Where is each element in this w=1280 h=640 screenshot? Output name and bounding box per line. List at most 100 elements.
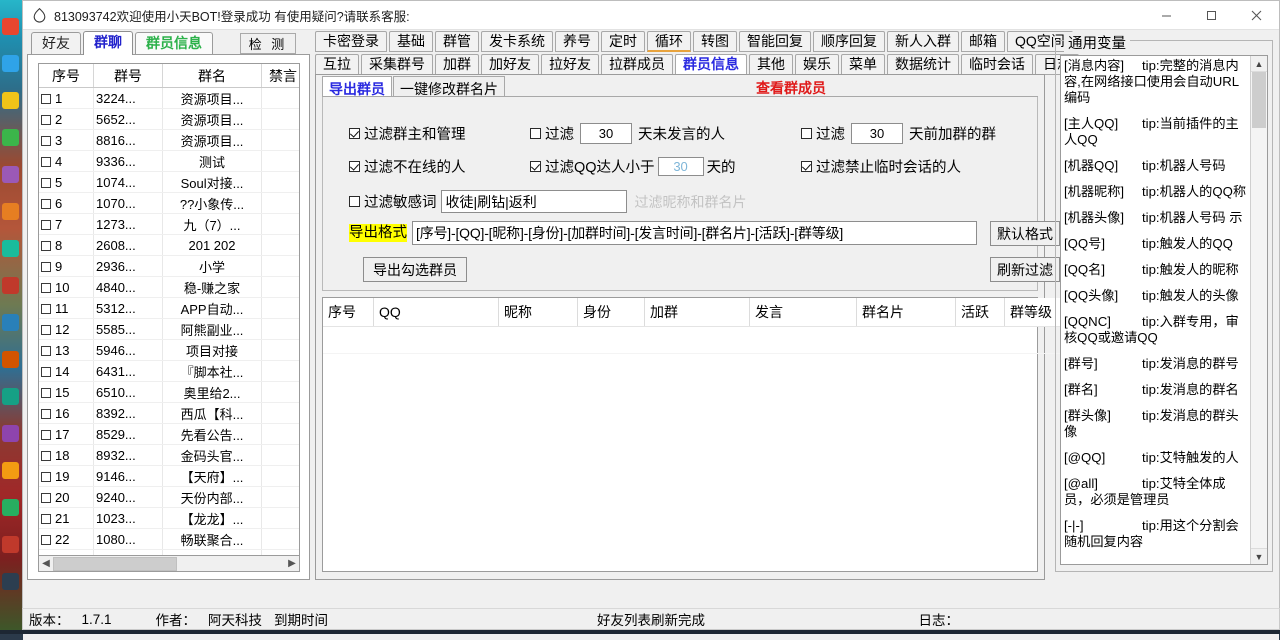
checkbox-filter-join-before[interactable] (801, 128, 812, 139)
tab-3[interactable]: 加好友 (481, 54, 539, 75)
table-row[interactable]: 115312...APP自动... (39, 298, 300, 319)
table-row[interactable]: 25652...资源项目... (39, 109, 300, 130)
checkbox-filter-sensitive[interactable] (349, 196, 360, 207)
checkbox-filter-offline[interactable] (349, 161, 360, 172)
variable-row[interactable]: [消息内容]tip:完整的消息内容,在网络接口使用会自动URL编码 (1064, 58, 1248, 106)
row-checkbox[interactable] (41, 283, 51, 293)
table-row[interactable]: 38816...资源项目... (39, 130, 300, 151)
table-row[interactable]: 188932...金码头官... (39, 445, 300, 466)
tab-7[interactable]: 其他 (749, 54, 793, 75)
variables-vscrollbar[interactable]: ▲ ▼ (1250, 56, 1267, 564)
variable-row[interactable]: [机器QQ]tip:机器人号码 (1064, 158, 1248, 174)
group-list-grid[interactable]: 序号 群号 群名 禁言 临 13224...资源项目...25652...资源项… (38, 63, 300, 556)
table-row[interactable] (323, 327, 1082, 354)
export-checked-members-button[interactable]: 导出勾选群员 (363, 257, 467, 282)
check-button[interactable]: 检 测 (240, 33, 296, 54)
hscroll-thumb[interactable] (53, 557, 177, 571)
input-sensitive-words[interactable]: 收徒|刷钻|返利 (441, 190, 627, 213)
table-row[interactable]: 71273...九（7）... (39, 214, 300, 235)
option-filter-offline[interactable]: 过滤不在线的人 (349, 156, 466, 177)
row-checkbox[interactable] (41, 178, 51, 188)
row-index-cell[interactable]: 17 (39, 424, 94, 445)
tab-3[interactable]: 发卡系统 (481, 31, 553, 52)
option-filter-owner-admin[interactable]: 过滤群主和管理 (349, 123, 466, 144)
variable-row[interactable]: [QQ头像]tip:触发人的头像 (1064, 288, 1248, 304)
row-checkbox[interactable] (41, 94, 51, 104)
variable-row[interactable]: [群头像]tip:发消息的群头像 (1064, 408, 1248, 440)
checkbox-filter-qq-level[interactable] (530, 161, 541, 172)
tab-1[interactable]: 采集群号 (361, 54, 433, 75)
variable-row[interactable]: [QQ号]tip:触发人的QQ (1064, 236, 1248, 252)
scroll-up-icon[interactable]: ▲ (1251, 56, 1267, 72)
desktop-icon[interactable] (2, 351, 19, 368)
row-index-cell[interactable]: 2 (39, 109, 94, 130)
row-index-cell[interactable]: 4 (39, 151, 94, 172)
input-join-before-days[interactable]: 30 (851, 123, 903, 144)
row-checkbox[interactable] (41, 430, 51, 440)
row-index-cell[interactable]: 14 (39, 361, 94, 382)
desktop-icon[interactable] (2, 573, 19, 590)
tab-1[interactable]: 基础 (389, 31, 433, 52)
row-index-cell[interactable]: 18 (39, 445, 94, 466)
variable-row[interactable]: [@all]tip:艾特全体成员，必须是管理员 (1064, 476, 1248, 508)
row-checkbox[interactable] (41, 493, 51, 503)
tab-5[interactable]: 拉群成员 (601, 54, 673, 75)
scroll-left-icon[interactable]: ◀ (39, 558, 53, 569)
row-checkbox[interactable] (41, 304, 51, 314)
tab-0[interactable]: 卡密登录 (315, 31, 387, 52)
option-filter-no-speak[interactable]: 过滤 30 天未发言的人 (530, 123, 725, 144)
minimize-button[interactable] (1144, 1, 1189, 30)
table-row[interactable]: 49336...测试 (39, 151, 300, 172)
option-filter-join-before[interactable]: 过滤 30 天前加群的群 (801, 123, 996, 144)
row-index-cell[interactable]: 21 (39, 508, 94, 529)
row-checkbox[interactable] (41, 157, 51, 167)
desktop-icon[interactable] (2, 388, 19, 405)
row-index-cell[interactable]: 15 (39, 382, 94, 403)
row-checkbox[interactable] (41, 451, 51, 461)
row-checkbox[interactable] (41, 115, 51, 125)
subtab-export-members[interactable]: 导出群员 (322, 76, 392, 97)
row-checkbox[interactable] (41, 199, 51, 209)
table-row[interactable]: 125585...阿熊副业... (39, 319, 300, 340)
row-index-cell[interactable]: 16 (39, 403, 94, 424)
row-index-cell[interactable]: 22 (39, 529, 94, 550)
row-index-cell[interactable]: 12 (39, 319, 94, 340)
desktop-icon[interactable] (2, 92, 19, 109)
row-checkbox[interactable] (41, 220, 51, 230)
table-row[interactable]: 61070...??小象传... (39, 193, 300, 214)
table-row[interactable]: 199146...【天府】... (39, 466, 300, 487)
row-index-cell[interactable]: 10 (39, 277, 94, 298)
tab-9[interactable]: 顺序回复 (813, 31, 885, 52)
variable-row[interactable]: [-|-]tip:用这个分割会随机回复内容 (1064, 518, 1248, 550)
desktop-icon[interactable] (2, 536, 19, 553)
row-index-cell[interactable]: 6 (39, 193, 94, 214)
tab-10[interactable]: 数据统计 (887, 54, 959, 75)
desktop-icon[interactable] (2, 277, 19, 294)
variables-listbox[interactable]: [消息内容]tip:完整的消息内容,在网络接口使用会自动URL编码[主人QQ]t… (1060, 55, 1268, 565)
row-checkbox[interactable] (41, 325, 51, 335)
variable-row[interactable]: [QQNC]tip:入群专用，审核QQ或邀请QQ (1064, 314, 1248, 346)
tab-member-info[interactable]: 群员信息 (135, 32, 213, 55)
table-row[interactable]: 104840...稳-赚之家 (39, 277, 300, 298)
table-row[interactable]: 13224...资源项目... (39, 88, 300, 109)
input-qq-level-days[interactable]: 30 (658, 157, 704, 176)
row-index-cell[interactable]: 11 (39, 298, 94, 319)
scroll-right-icon[interactable]: ▶ (285, 558, 299, 569)
desktop-icon[interactable] (2, 462, 19, 479)
row-checkbox[interactable] (41, 367, 51, 377)
tab-friends[interactable]: 好友 (31, 32, 81, 55)
member-results-table[interactable]: 序号 QQ 昵称 身份 加群 发言 群名片 活跃 群等级 (322, 297, 1038, 572)
table-row[interactable]: 135946...项目对接 (39, 340, 300, 361)
scroll-down-icon[interactable]: ▼ (1251, 548, 1267, 564)
checkbox-filter-owner-admin[interactable] (349, 128, 360, 139)
tab-2[interactable]: 加群 (435, 54, 479, 75)
tab-8[interactable]: 智能回复 (739, 31, 811, 52)
row-checkbox[interactable] (41, 409, 51, 419)
desktop-icon[interactable] (2, 18, 19, 35)
table-row[interactable]: 156510...奥里给2... (39, 382, 300, 403)
table-row[interactable]: 146431...『脚本社... (39, 361, 300, 382)
view-group-members-link[interactable]: 查看群成员 (756, 78, 826, 98)
desktop-icon[interactable] (2, 314, 19, 331)
row-checkbox[interactable] (41, 535, 51, 545)
row-checkbox[interactable] (41, 262, 51, 272)
